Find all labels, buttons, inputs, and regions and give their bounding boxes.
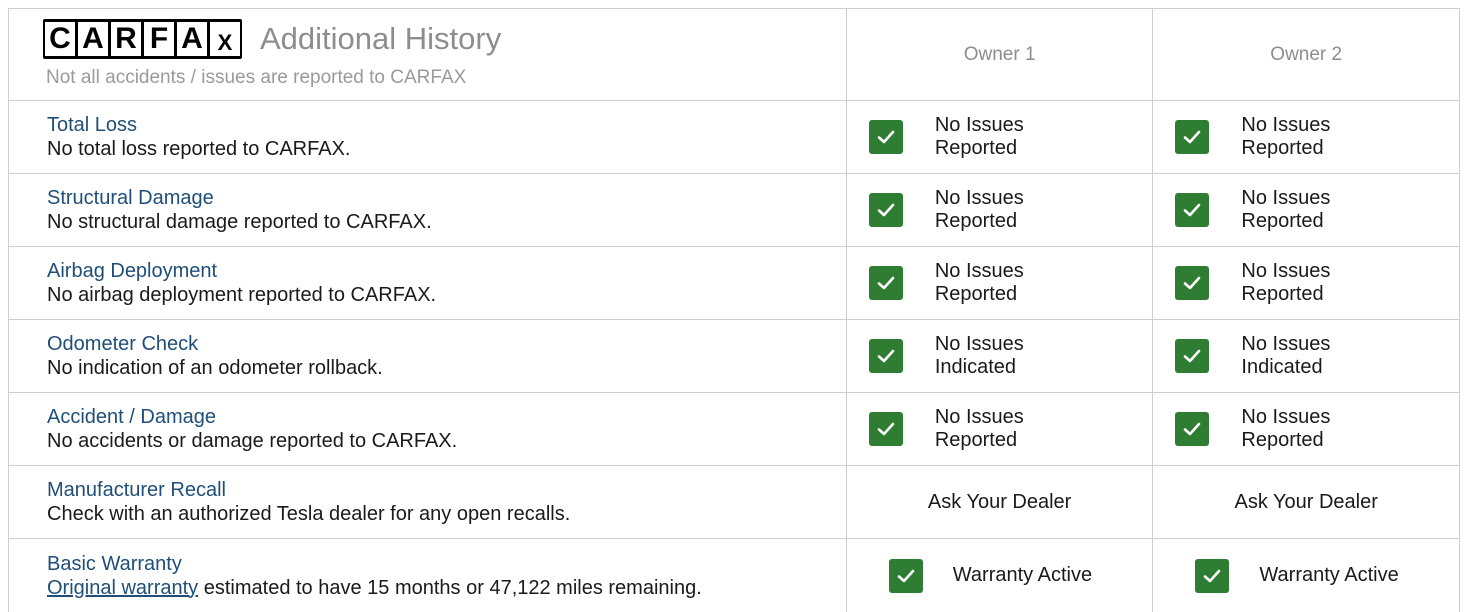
row-title[interactable]: Manufacturer Recall [47,478,846,502]
check-icon [868,266,903,300]
status-text: No Issues Reported [1241,406,1331,451]
row-title[interactable]: Airbag Deployment [47,259,846,283]
owner-2-status: No Issues Reported [1152,174,1459,246]
logo-letter: A [78,22,108,56]
row-title[interactable]: Structural Damage [47,186,846,210]
check-icon [868,120,903,154]
owner-2-header: Owner 2 [1152,9,1459,100]
row-label-cell: Airbag Deployment No airbag deployment r… [9,247,846,319]
owner-1-header: Owner 1 [845,9,1153,100]
row-label-cell: Manufacturer Recall Check with an author… [9,466,846,538]
history-row-odometer-check: Odometer Check No indication of an odome… [9,320,1459,393]
status-text: Warranty Active [1259,564,1399,586]
history-row-accident-damage: Accident / Damage No accidents or damage… [9,393,1459,466]
row-label-cell: Total Loss No total loss reported to CAR… [9,101,846,173]
check-icon [1175,266,1210,300]
logo-letter: X [210,22,240,56]
check-icon [1175,120,1210,154]
row-title[interactable]: Total Loss [47,113,846,137]
brand-line: C A R F A X Additional History [43,19,846,59]
row-title[interactable]: Accident / Damage [47,405,846,429]
check-icon [1175,193,1210,227]
owner-1-status: No Issues Reported [845,247,1153,319]
history-row-basic-warranty: Basic Warranty Original warranty estimat… [9,539,1459,612]
row-label-cell: Basic Warranty Original warranty estimat… [9,539,846,612]
status-text: No Issues Reported [934,114,1024,159]
history-row-total-loss: Total Loss No total loss reported to CAR… [9,101,1459,174]
row-label-cell: Structural Damage No structural damage r… [9,174,846,246]
check-icon [1175,339,1210,373]
row-description: No indication of an odometer rollback. [47,357,383,379]
owner-2-status: Warranty Active [1152,539,1459,612]
row-label-cell: Accident / Damage No accidents or damage… [9,393,846,465]
owner-2-status: No Issues Reported [1152,393,1459,465]
section-subtitle: Not all accidents / issues are reported … [46,67,467,88]
history-row-airbag-deployment: Airbag Deployment No airbag deployment r… [9,247,1459,320]
check-icon [1175,412,1210,446]
original-warranty-link[interactable]: Original warranty [47,577,198,599]
row-description: No airbag deployment reported to CARFAX. [47,284,437,306]
logo-letter: A [177,22,207,56]
logo-letter: C [45,22,75,56]
status-text: No Issues Reported [934,260,1024,305]
row-title[interactable]: Odometer Check [47,332,846,356]
carfax-logo: C A R F A X [43,19,242,59]
owner-1-status: Ask Your Dealer [845,466,1153,538]
status-text: No Issues Reported [1241,114,1331,159]
status-text: Warranty Active [952,564,1093,586]
row-description: No accidents or damage reported to CARFA… [47,430,458,452]
ask-dealer-text: Ask Your Dealer [1234,490,1378,513]
header-main-cell: C A R F A X Additional History Not all a… [9,9,846,100]
status-text: No Issues Reported [934,187,1024,232]
row-label-cell: Odometer Check No indication of an odome… [9,320,846,392]
row-description: Original warranty estimated to have 15 m… [47,576,846,600]
status-text: No Issues Reported [1241,187,1331,232]
logo-letter: F [144,22,174,56]
status-text: No Issues Indicated [934,333,1024,378]
owner-2-status: Ask Your Dealer [1152,466,1459,538]
owner-1-status: No Issues Reported [845,101,1153,173]
row-description: Check with an authorized Tesla dealer fo… [47,503,571,525]
history-header: C A R F A X Additional History Not all a… [9,9,1459,101]
logo-letter: R [111,22,141,56]
owner-1-status: Warranty Active [845,539,1153,612]
status-text: No Issues Reported [934,406,1024,451]
additional-history-table: C A R F A X Additional History Not all a… [8,8,1460,612]
status-text: No Issues Indicated [1241,333,1331,378]
history-row-manufacturer-recall: Manufacturer Recall Check with an author… [9,466,1459,539]
check-icon [1195,558,1230,593]
owner-2-status: No Issues Indicated [1152,320,1459,392]
row-title[interactable]: Basic Warranty [47,552,846,576]
owner-1-status: No Issues Reported [845,174,1153,246]
owner-2-status: No Issues Reported [1152,101,1459,173]
history-row-structural-damage: Structural Damage No structural damage r… [9,174,1459,247]
owner-2-status: No Issues Reported [1152,247,1459,319]
check-icon [868,193,903,227]
row-description: No structural damage reported to CARFAX. [47,211,432,233]
owner-1-status: No Issues Reported [845,393,1153,465]
ask-dealer-text: Ask Your Dealer [927,490,1072,513]
row-description: No total loss reported to CARFAX. [47,138,351,160]
check-icon [888,558,923,593]
owner-1-status: No Issues Indicated [845,320,1153,392]
check-icon [868,412,903,446]
check-icon [868,339,903,373]
status-text: No Issues Reported [1241,260,1331,305]
warranty-description-text: estimated to have 15 months or 47,122 mi… [198,576,702,599]
section-title: Additional History [260,21,502,56]
